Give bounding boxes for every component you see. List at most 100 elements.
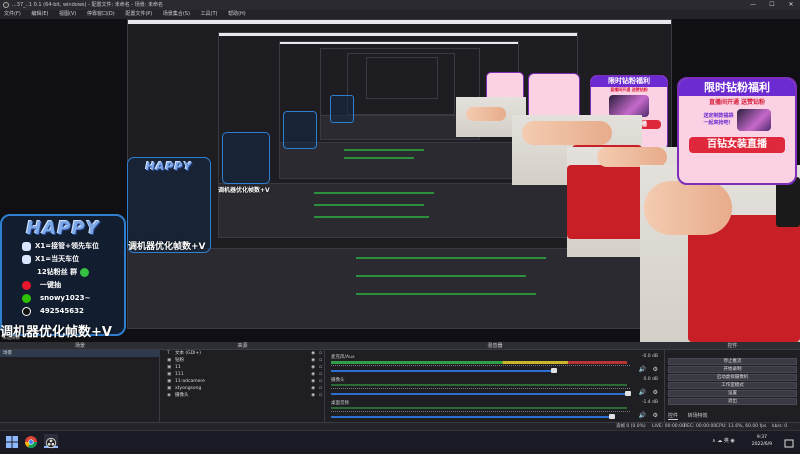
- wechat-icon: [22, 294, 31, 303]
- tab-controls[interactable]: 控件: [668, 413, 679, 420]
- promo-line-3: 一起来抢吧！: [703, 120, 734, 126]
- menu-bar: 文件(F) 编辑(E) 视图(V) 停靠窗口(D) 配置文件(P) 场景集合(S…: [0, 10, 800, 19]
- lock-icon[interactable]: ▫: [319, 350, 322, 357]
- image-icon: ▣: [167, 379, 172, 384]
- speaker-icon[interactable]: 🔊: [639, 366, 646, 373]
- mixer-channel-camera: 摄像头 0.0 dB 🔊 ⚙: [331, 377, 658, 396]
- preview-canvas[interactable]: HAPPY 限时钻粉福利 直播间开通 送赞钻粉 百钻女装直播 限时钻粉福利 直播…: [0, 19, 800, 342]
- notification-icon[interactable]: [784, 435, 794, 448]
- lock-icon[interactable]: ▫: [319, 378, 322, 385]
- preview-caption-repeat: 调机器优化帧数+V: [128, 242, 206, 252]
- scene-item[interactable]: 场景: [0, 350, 159, 357]
- image-icon: ▣: [167, 386, 172, 391]
- menu-docks[interactable]: 停靠窗口(D): [87, 11, 115, 17]
- close-button[interactable]: ✕: [782, 0, 800, 10]
- eye-icon[interactable]: ◉: [311, 350, 315, 357]
- gear-icon[interactable]: ⚙: [653, 389, 658, 396]
- overlay-line-6: 492545632: [22, 305, 124, 318]
- overlay-line-3: 12钻粉丝 群: [22, 266, 124, 279]
- eye-icon[interactable]: ◉: [311, 371, 315, 378]
- volume-slider[interactable]: [331, 393, 627, 395]
- source-item[interactable]: ◉ 摄像头 ◉ ▫: [164, 392, 324, 399]
- volume-knob[interactable]: [625, 391, 631, 396]
- overlay-line-5: snowy1023~: [22, 292, 124, 305]
- lock-icon[interactable]: ▫: [319, 364, 322, 371]
- recycle-icon: [22, 242, 31, 251]
- preview-caption-repeat-2: 调机器优化帧数+V: [218, 187, 270, 194]
- start-virtual-camera-button[interactable]: 启动虚拟摄像机: [668, 374, 797, 381]
- source-item[interactable]: ▣ 11-adcamere ◉ ▫: [164, 378, 324, 385]
- volume-slider[interactable]: [331, 370, 553, 372]
- menu-profile[interactable]: 配置文件(P): [125, 11, 152, 17]
- menu-tools[interactable]: 工具(T): [201, 11, 218, 17]
- studio-mode-button[interactable]: 工作室模式: [668, 382, 797, 389]
- system-tray[interactable]: ∧ ☁ 英 ◉: [712, 431, 735, 451]
- menu-view[interactable]: 视图(V): [59, 11, 76, 17]
- chrome-icon[interactable]: [24, 434, 38, 449]
- overlay-line-1: X1=接管+领先车位: [22, 240, 124, 253]
- menu-scene-collection[interactable]: 场景集合(S): [163, 11, 190, 17]
- promo-card: 限时钻粉福利 直播间开通 送赞钻粉 送定制款福袋 一起来抢吧！ 百钻女装直播: [677, 77, 797, 185]
- eye-icon[interactable]: ◉: [311, 364, 315, 371]
- window-title-bar: ...37_..1 0.1 (64-bit, windows) - 配置文件: …: [0, 0, 800, 10]
- mixer-panel: 麦克风/Aux -0.0 dB 🔊 ⚙ 摄像头 0.0 dB 🔊 ⚙ 桌面音频 …: [325, 350, 665, 422]
- volume-knob[interactable]: [551, 368, 557, 373]
- promo-line-2: 送定制款福袋: [703, 113, 734, 119]
- windows-start-icon[interactable]: [5, 434, 19, 448]
- maximize-button[interactable]: ☐: [763, 0, 781, 10]
- sources-panel: T 文本 (GDI+) ◉ ▫ ▣ 钻粉 ◉ ▫ ▣ 11 ◉ ▫ ▣ 111 ◉ ▫ ▣ 11-adca…: [160, 350, 325, 422]
- no-source-label: 未选择源: [2, 336, 20, 341]
- settings-button[interactable]: 设置: [668, 390, 797, 397]
- obs-taskbar-icon[interactable]: [44, 434, 58, 449]
- sources-header: 来源: [160, 342, 325, 350]
- overlay-line-2: X1=当天车位: [22, 253, 124, 266]
- lock-icon[interactable]: ▫: [319, 392, 322, 399]
- window-title: ...37_..1 0.1 (64-bit, windows) - 配置文件: …: [12, 2, 163, 8]
- start-recording-button[interactable]: 开始录制: [668, 366, 797, 373]
- overlay-card-repeat-4: [222, 132, 270, 184]
- eye-icon[interactable]: ◉: [311, 385, 315, 392]
- source-item[interactable]: ▣ xtyongsong ◉ ▫: [164, 385, 324, 392]
- menu-help[interactable]: 帮助(H): [228, 11, 246, 17]
- recursive-preview-5: [347, 53, 455, 115]
- lock-icon[interactable]: ▫: [319, 385, 322, 392]
- source-item[interactable]: ▣ 111 ◉ ▫: [164, 371, 324, 378]
- mixer-channel-mic: 麦克风/Aux -0.0 dB 🔊 ⚙: [331, 354, 658, 373]
- volume-meter: [331, 407, 627, 409]
- promo-footer: 百钻女装直播: [689, 137, 785, 153]
- menu-file[interactable]: 文件(F): [4, 11, 21, 17]
- qq-icon: [22, 307, 31, 316]
- chat-icon: [80, 268, 90, 277]
- volume-meter: [331, 361, 627, 364]
- overlay-card-repeat-5: [283, 111, 317, 149]
- taskbar-clock[interactable]: 9:37 2022/6/9: [752, 434, 772, 448]
- speaker-icon[interactable]: 🔊: [639, 412, 646, 419]
- source-item[interactable]: T 文本 (GDI+) ◉ ▫: [164, 350, 324, 357]
- minimize-button[interactable]: —: [744, 0, 762, 10]
- lock-icon[interactable]: ▫: [319, 357, 322, 364]
- volume-slider[interactable]: [331, 416, 611, 418]
- eye-icon[interactable]: ◉: [311, 378, 315, 385]
- tab-transitions[interactable]: 转场特效: [688, 413, 708, 419]
- overlay-card-repeat-6: [330, 95, 354, 123]
- bottom-dock: 场景 来源 混音器 控件 场景 + − ∧ ∨ T文本 (GDI+)◉▫ ▣钻粉…: [0, 342, 800, 430]
- scenes-header: 场景: [0, 342, 160, 350]
- exit-button[interactable]: 退出: [668, 398, 797, 405]
- source-item[interactable]: ▣ 11 ◉ ▫: [164, 364, 324, 371]
- eye-icon[interactable]: ◉: [311, 357, 315, 364]
- stop-streaming-button[interactable]: 停止推流: [668, 358, 797, 365]
- gear-icon[interactable]: ⚙: [653, 366, 658, 373]
- source-item[interactable]: ▣ 钻粉 ◉ ▫: [164, 357, 324, 364]
- eye-icon[interactable]: ◉: [311, 392, 315, 399]
- scenes-panel: 场景: [0, 350, 160, 422]
- overlay-line-4: 一键抽: [22, 279, 124, 292]
- menu-edit[interactable]: 编辑(E): [31, 11, 48, 17]
- gear-icon[interactable]: ⚙: [653, 412, 658, 419]
- volume-knob[interactable]: [609, 414, 615, 419]
- image-icon: ▣: [167, 358, 172, 363]
- status-bar: 丢帧 0 (0.0%) LIVE: 00:00:00 REC: 00:00:00…: [0, 422, 800, 430]
- lock-icon[interactable]: ▫: [319, 371, 322, 378]
- overlay-card: HAPPY X1=接管+领先车位 X1=当天车位 12钻粉丝 群 一键抽 sno…: [0, 214, 126, 336]
- speaker-icon[interactable]: 🔊: [639, 389, 646, 396]
- mixer-channel-desktop: 桌面音频 -1.4 dB 🔊 ⚙: [331, 400, 658, 419]
